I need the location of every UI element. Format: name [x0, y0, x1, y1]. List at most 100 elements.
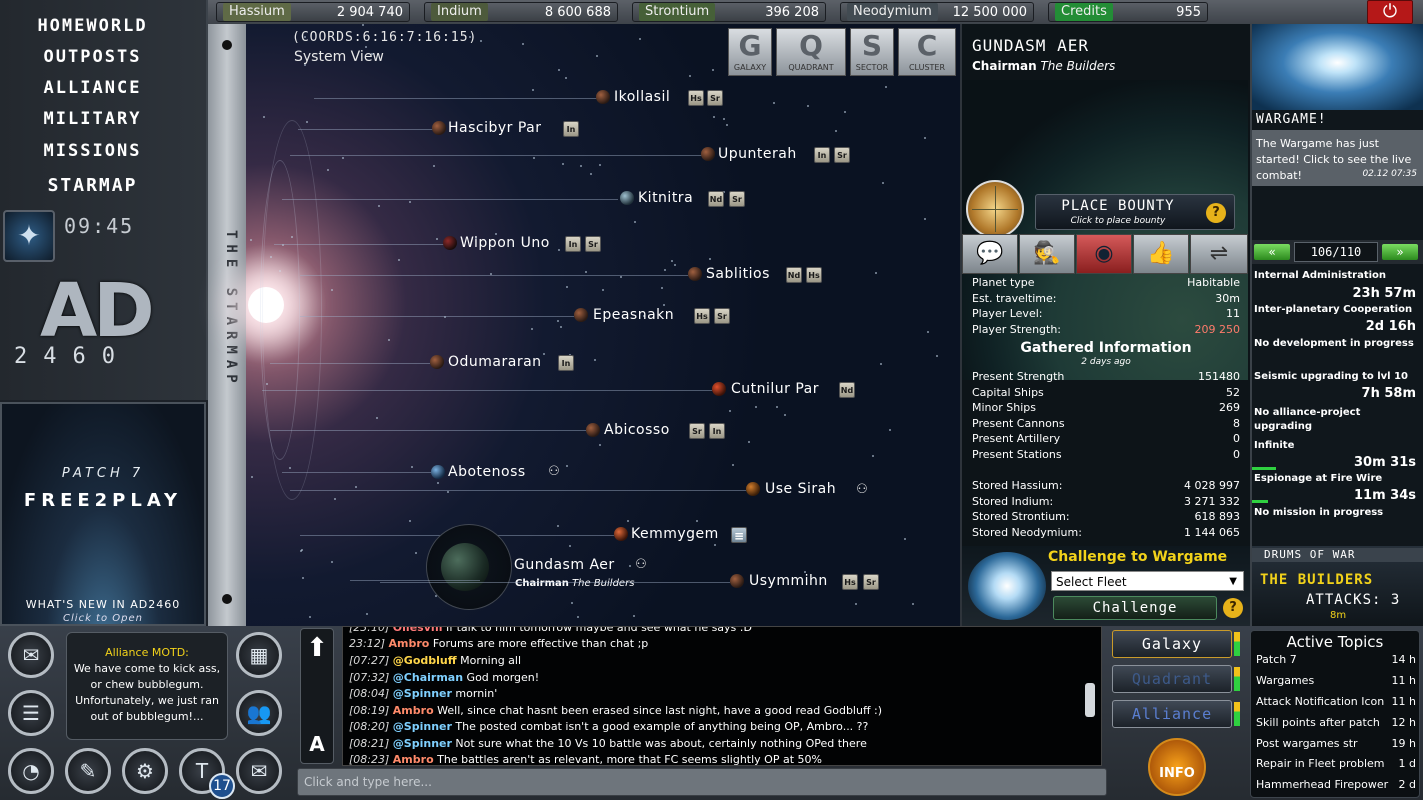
info-button[interactable]: INFO: [1148, 738, 1206, 796]
planet-name[interactable]: Odumararan: [448, 354, 542, 370]
planet-name[interactable]: Sablitios: [706, 266, 770, 282]
planet-dot[interactable]: [596, 90, 610, 104]
planet-dot[interactable]: [701, 147, 715, 161]
notification-count-badge[interactable]: 17: [209, 773, 235, 799]
alliance-emblem-icon[interactable]: ✦: [3, 210, 55, 262]
patch-banner[interactable]: PATCH 7 FREE2PLAY WHAT'S NEW IN AD2460 C…: [0, 402, 206, 626]
zoom-sector-button[interactable]: S SECTOR: [850, 28, 894, 76]
chat-user[interactable]: @Godbluff: [393, 654, 457, 667]
select-fleet-dropdown[interactable]: Select Fleet ▼: [1051, 571, 1244, 591]
chat-user[interactable]: @Spinner: [393, 737, 452, 750]
pager-prev-button[interactable]: «: [1254, 244, 1290, 260]
chat-input[interactable]: Click and type here...: [297, 768, 1107, 796]
planet-name[interactable]: Hascibyr Par: [448, 120, 542, 136]
place-bounty-button[interactable]: PLACE BOUNTY Click to place bounty ?: [1035, 194, 1235, 230]
topic-row[interactable]: Attack Notification Icon 11 h: [1256, 695, 1416, 708]
planet-name[interactable]: Usymmihn: [749, 573, 828, 589]
planet-dot[interactable]: [620, 191, 634, 205]
tab-intel[interactable]: ◉: [1076, 234, 1132, 274]
zoom-galaxy-button[interactable]: G GALAXY: [728, 28, 772, 76]
planet-dot[interactable]: [431, 465, 445, 479]
dev-row[interactable]: Espionage at Fire Wire: [1254, 473, 1420, 484]
planet-name[interactable]: Upunterah: [718, 146, 797, 162]
dev-row[interactable]: Seismic upgrading to lvl 10: [1254, 371, 1420, 382]
nav-missions[interactable]: MISSIONS: [0, 141, 185, 161]
chat-button[interactable]: ☰: [8, 690, 54, 736]
planet-name[interactable]: Wippon Uno: [460, 235, 550, 251]
zoom-cluster-button[interactable]: C CLUSTER: [898, 28, 956, 76]
dev-row[interactable]: No mission in progress: [1254, 507, 1420, 518]
view-alliance-button[interactable]: Alliance: [1112, 700, 1232, 728]
planet-name[interactable]: Cutnilur Par: [731, 381, 819, 397]
zoom-quadrant-button[interactable]: Q QUADRANT: [776, 28, 846, 76]
planet-name[interactable]: Ikollasil: [614, 89, 670, 105]
tab-spy[interactable]: 🕵: [1019, 234, 1075, 274]
tab-messages[interactable]: 💬: [962, 234, 1018, 274]
chat-user[interactable]: @Spinner: [393, 687, 452, 700]
chat-user[interactable]: Oilesvhi: [393, 627, 443, 634]
chat-user[interactable]: Ambro: [393, 704, 434, 717]
topic-row[interactable]: Repair in Fleet problem 1 d: [1256, 757, 1416, 770]
members-button[interactable]: 👥: [236, 690, 282, 736]
nav-homeworld[interactable]: HOMEWORLD: [0, 16, 185, 36]
dev-row[interactable]: No alliance-project upgrading: [1254, 406, 1364, 434]
topic-row[interactable]: Skill points after patch 12 h: [1256, 716, 1416, 729]
chat-user[interactable]: @Chairman: [393, 671, 463, 684]
resource-credits[interactable]: Credits 955: [1048, 2, 1208, 22]
planet-name[interactable]: Epeasnakn: [593, 307, 674, 323]
sound-button[interactable]: ◔: [8, 748, 54, 794]
notes-button[interactable]: ✎: [65, 748, 111, 794]
dev-row[interactable]: Inter-planetary Cooperation: [1254, 304, 1420, 315]
mail-button[interactable]: ✉: [8, 632, 54, 678]
tab-diplomacy[interactable]: 👍: [1133, 234, 1189, 274]
tab-trade[interactable]: ⇌: [1190, 234, 1248, 274]
arrow-up-icon[interactable]: ⬆: [305, 633, 329, 663]
nav-military[interactable]: MILITARY: [0, 109, 185, 129]
planet-dot[interactable]: [443, 236, 457, 250]
chat-scrollbar[interactable]: [1085, 683, 1095, 717]
pager-next-button[interactable]: »: [1382, 244, 1418, 260]
chat-user[interactable]: Ambro: [393, 753, 434, 765]
help-icon[interactable]: ?: [1223, 598, 1243, 618]
topic-row[interactable]: Post wargames str 19 h: [1256, 737, 1416, 750]
planet-dot[interactable]: [746, 482, 760, 496]
forum-button[interactable]: ✉: [236, 748, 282, 794]
units-button[interactable]: ⚙: [122, 748, 168, 794]
planet-name[interactable]: Gundasm Aer: [514, 557, 615, 573]
planet-name[interactable]: Kitnitra: [638, 190, 693, 206]
challenge-button[interactable]: Challenge: [1053, 596, 1217, 620]
topic-age: 11 h: [1391, 674, 1416, 687]
topic-row[interactable]: Wargames 11 h: [1256, 674, 1416, 687]
dev-row[interactable]: Internal Administration: [1254, 270, 1420, 281]
crosshair-icon[interactable]: [966, 180, 1024, 238]
planet-dot[interactable]: [712, 382, 726, 396]
planet-dot[interactable]: [614, 527, 628, 541]
view-quadrant-button[interactable]: Quadrant: [1112, 665, 1232, 693]
planet-dot[interactable]: [688, 267, 702, 281]
nav-starmap[interactable]: STARMAP: [0, 175, 185, 196]
help-icon[interactable]: ?: [1206, 203, 1226, 223]
planet-name[interactable]: Abicosso: [604, 422, 670, 438]
dev-row[interactable]: Infinite: [1254, 440, 1420, 451]
power-button[interactable]: ⏻: [1367, 0, 1413, 24]
topic-row[interactable]: Patch 7 14 h: [1256, 653, 1416, 666]
chat-user[interactable]: @Spinner: [393, 720, 452, 733]
topic-row[interactable]: Hammerhead Firepower 2 d: [1256, 778, 1416, 791]
planet-dot[interactable]: [586, 423, 600, 437]
chat-user[interactable]: Ambro: [389, 637, 430, 650]
planet-name[interactable]: Abotenoss: [448, 464, 526, 480]
nav-outposts[interactable]: OUTPOSTS: [0, 47, 185, 67]
planet-dot[interactable]: [730, 574, 744, 588]
planet-name[interactable]: Kemmygem: [631, 526, 719, 542]
home-planet[interactable]: [441, 543, 489, 591]
map-button[interactable]: ▦: [236, 632, 282, 678]
planet-name[interactable]: Use Sirah: [765, 481, 836, 497]
wargame-banner[interactable]: [1252, 24, 1423, 110]
view-galaxy-button[interactable]: Galaxy: [1112, 630, 1232, 658]
planet-dot[interactable]: [432, 121, 446, 135]
planet-dot[interactable]: [430, 355, 444, 369]
font-size-icon[interactable]: A: [305, 729, 329, 759]
dev-row[interactable]: No development in progress: [1254, 338, 1420, 349]
planet-dot[interactable]: [574, 308, 588, 322]
nav-alliance[interactable]: ALLIANCE: [0, 78, 185, 98]
